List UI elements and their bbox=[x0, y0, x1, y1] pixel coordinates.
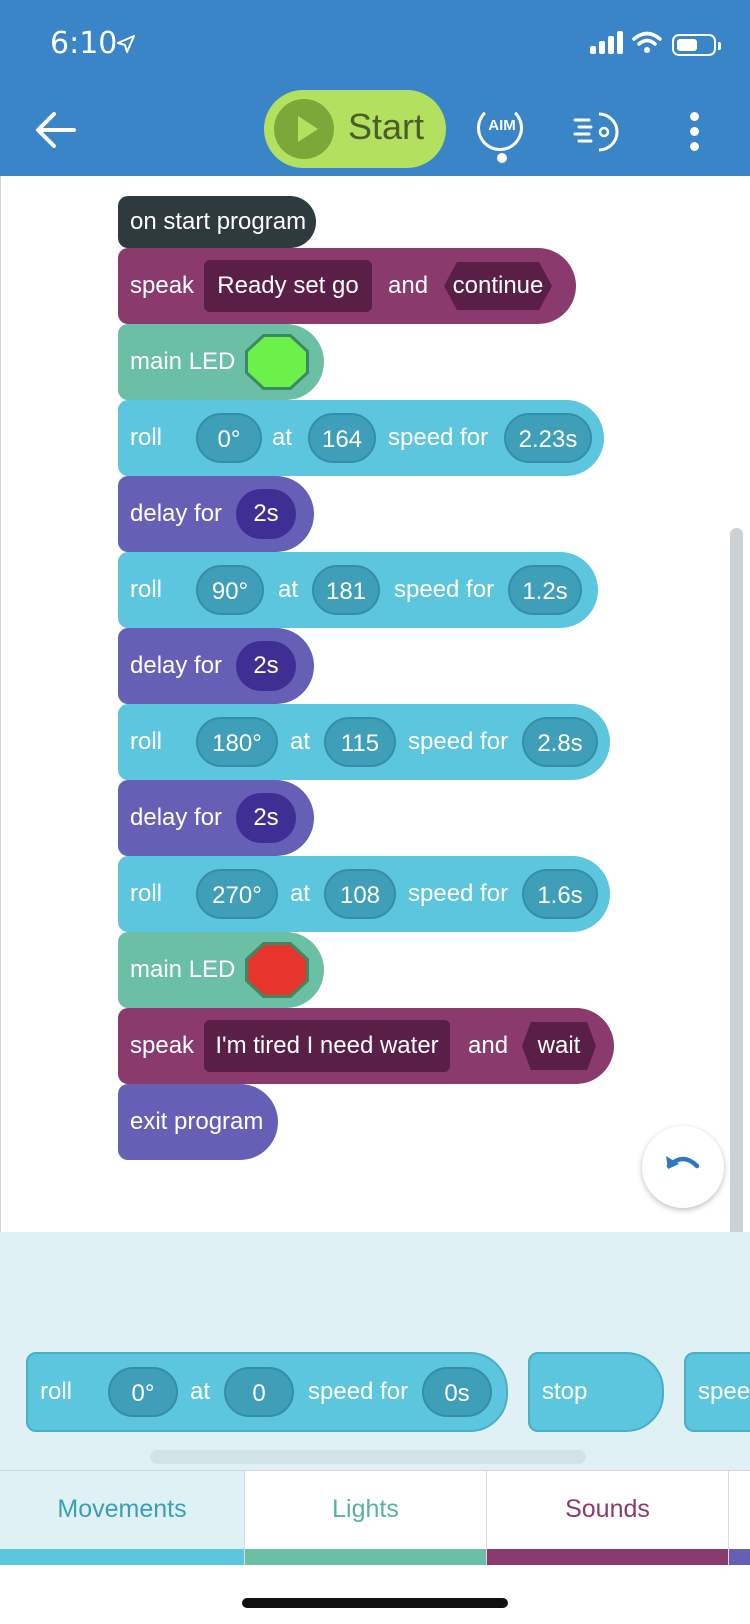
speedometer-icon[interactable] bbox=[573, 110, 625, 154]
speed-field[interactable]: 164 bbox=[308, 413, 376, 463]
canvas-scrollbar[interactable] bbox=[730, 528, 743, 1250]
block-palette[interactable] bbox=[0, 1232, 750, 1470]
at-label: at bbox=[272, 424, 293, 451]
delay-field[interactable]: 2s bbox=[236, 489, 296, 539]
aim-icon[interactable]: AIM bbox=[475, 103, 529, 163]
duration-field[interactable]: 1.6s bbox=[522, 869, 598, 919]
led-color-swatch[interactable] bbox=[248, 945, 306, 995]
status-time: 6:10 bbox=[50, 26, 118, 61]
speed-field[interactable]: 108 bbox=[324, 869, 396, 919]
speak-text-field[interactable]: Ready set go bbox=[204, 260, 372, 312]
at-label: at bbox=[290, 880, 311, 907]
speak-text-field[interactable]: I'm tired I need water bbox=[204, 1020, 450, 1072]
palette-scrollbar[interactable] bbox=[150, 1450, 586, 1464]
speed-field[interactable]: 115 bbox=[324, 717, 396, 767]
speak-mode-dropdown[interactable]: continue bbox=[444, 262, 552, 310]
and-label: and bbox=[468, 1032, 509, 1059]
heading-field[interactable]: 270° bbox=[196, 869, 278, 919]
delay-block[interactable]: delay for 2s bbox=[118, 780, 314, 866]
led-color-swatch[interactable] bbox=[248, 337, 306, 387]
at-label: at bbox=[190, 1378, 211, 1405]
speak-label: speak bbox=[130, 272, 195, 299]
status-bar: 6:10 bbox=[0, 0, 750, 90]
speed-label: spee bbox=[698, 1378, 750, 1405]
duration-field[interactable]: 1.2s bbox=[508, 565, 582, 615]
delay-label: delay for bbox=[130, 804, 223, 831]
tab-sounds[interactable]: Sounds bbox=[486, 1471, 728, 1565]
palette-stop-block[interactable]: stop bbox=[528, 1352, 664, 1432]
palette-roll-block[interactable]: roll 0° at 0 speed for 0s bbox=[26, 1352, 508, 1432]
duration-field[interactable]: 2.8s bbox=[522, 717, 598, 767]
tab-lights-label: Lights bbox=[332, 1495, 399, 1523]
undo-button[interactable] bbox=[642, 1126, 724, 1208]
speed-for-label: speed for bbox=[308, 1378, 409, 1405]
delay-block[interactable]: delay for 2s bbox=[118, 628, 314, 714]
tab-sounds-label: Sounds bbox=[565, 1495, 650, 1523]
delay-block[interactable]: delay for 2s bbox=[118, 476, 314, 562]
on-start-block[interactable]: on start program bbox=[118, 196, 316, 258]
speed-for-label: speed for bbox=[394, 576, 495, 603]
speed-field[interactable]: 181 bbox=[312, 565, 380, 615]
main-led-block[interactable]: main LED bbox=[118, 324, 324, 410]
speed-field[interactable]: 0 bbox=[224, 1367, 294, 1417]
tab-lights[interactable]: Lights bbox=[244, 1471, 486, 1565]
speed-for-label: speed for bbox=[408, 880, 509, 907]
home-indicator bbox=[242, 1598, 508, 1608]
undo-icon bbox=[666, 1156, 700, 1169]
aim-label: AIM bbox=[488, 117, 516, 134]
speed-for-label: speed for bbox=[388, 424, 489, 451]
roll-label: roll bbox=[130, 576, 163, 603]
tab-next[interactable] bbox=[728, 1471, 750, 1565]
main-led-label: main LED bbox=[130, 348, 236, 375]
duration-field[interactable]: 2.23s bbox=[504, 413, 592, 463]
play-icon bbox=[274, 99, 334, 159]
exit-program-block[interactable]: exit program bbox=[118, 1084, 278, 1160]
exit-program-label: exit program bbox=[130, 1108, 264, 1135]
tab-movements[interactable]: Movements bbox=[0, 1471, 244, 1565]
signal-icon bbox=[590, 30, 624, 54]
and-label: and bbox=[388, 272, 429, 299]
delay-label: delay for bbox=[130, 500, 223, 527]
stop-label: stop bbox=[542, 1378, 588, 1405]
roll-label: roll bbox=[130, 880, 163, 907]
at-label: at bbox=[278, 576, 299, 603]
heading-field[interactable]: 0° bbox=[196, 413, 262, 463]
duration-field[interactable]: 0s bbox=[422, 1367, 492, 1417]
back-arrow-icon[interactable] bbox=[28, 108, 84, 152]
category-tabs: Movements Lights Sounds bbox=[0, 1470, 750, 1565]
roll-block[interactable]: roll 180° at 115 speed for 2.8s bbox=[118, 704, 610, 790]
palette-speed-block[interactable]: spee bbox=[684, 1352, 750, 1432]
roll-label: roll bbox=[130, 424, 163, 451]
start-button-label: Start bbox=[348, 106, 425, 147]
tab-movements-label: Movements bbox=[57, 1495, 187, 1523]
toolbar: Start AIM bbox=[0, 90, 750, 176]
start-button[interactable]: Start bbox=[264, 90, 446, 168]
battery-icon bbox=[672, 34, 721, 56]
delay-field[interactable]: 2s bbox=[236, 793, 296, 843]
roll-block[interactable]: roll 270° at 108 speed for 1.6s bbox=[118, 856, 610, 942]
speak-block[interactable]: speak Ready set go and continue bbox=[118, 248, 576, 334]
roll-block[interactable]: roll 0° at 164 speed for 2.23s bbox=[118, 400, 604, 486]
roll-block[interactable]: roll 90° at 181 speed for 1.2s bbox=[118, 552, 598, 638]
speak-label: speak bbox=[130, 1032, 195, 1059]
delay-label: delay for bbox=[130, 652, 223, 679]
speak-block[interactable]: speak I'm tired I need water and wait bbox=[118, 1008, 614, 1094]
at-label: at bbox=[290, 728, 311, 755]
roll-label: roll bbox=[40, 1378, 73, 1405]
delay-field[interactable]: 2s bbox=[236, 641, 296, 691]
more-vertical-icon[interactable] bbox=[684, 108, 704, 154]
speed-for-label: speed for bbox=[408, 728, 509, 755]
main-led-block[interactable]: main LED bbox=[118, 932, 324, 1018]
main-led-label: main LED bbox=[130, 956, 236, 983]
heading-field[interactable]: 90° bbox=[196, 565, 264, 615]
on-start-label: on start program bbox=[130, 208, 307, 235]
app-header: 6:10 Start AIM bbox=[0, 0, 750, 176]
wifi-icon bbox=[632, 31, 662, 53]
location-arrow-icon bbox=[117, 35, 135, 53]
roll-label: roll bbox=[130, 728, 163, 755]
heading-field[interactable]: 0° bbox=[108, 1367, 178, 1417]
heading-field[interactable]: 180° bbox=[196, 717, 278, 767]
speak-mode-dropdown[interactable]: wait bbox=[522, 1022, 596, 1070]
